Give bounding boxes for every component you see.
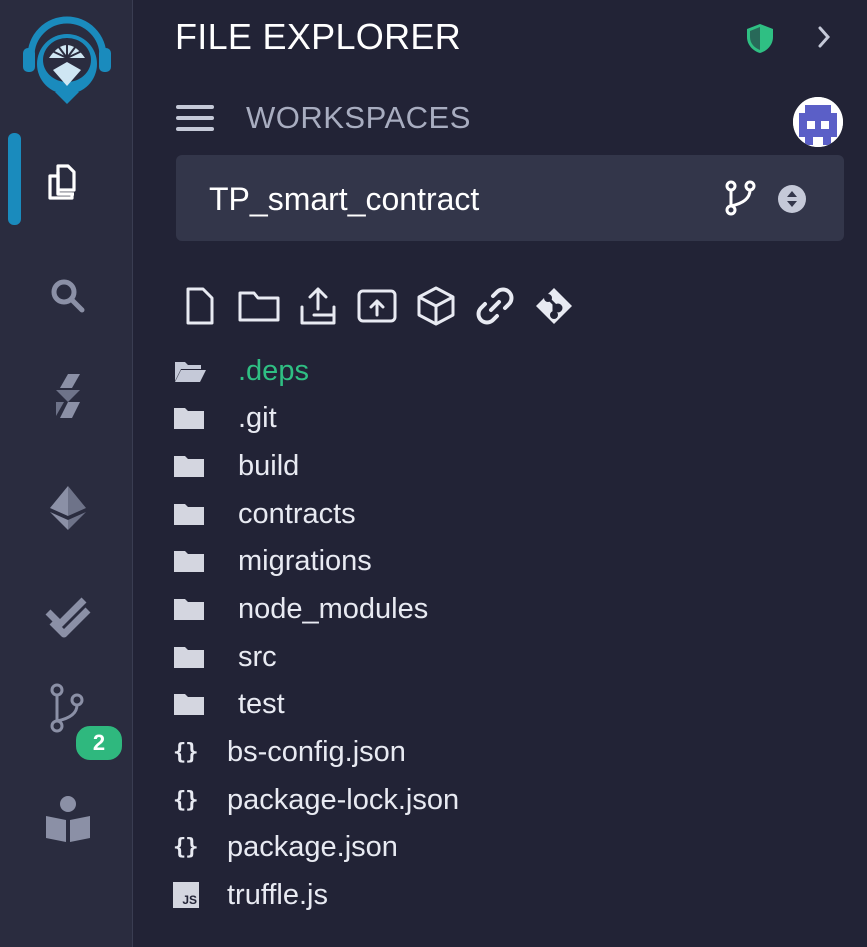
upload-folder-icon[interactable] <box>353 284 401 328</box>
tree-item-contracts[interactable]: contracts <box>173 491 356 537</box>
tree-item-bs-config[interactable]: {} bs-config.json <box>173 729 406 775</box>
upload-file-icon[interactable] <box>294 284 342 328</box>
hamburger-menu-icon[interactable] <box>176 103 214 133</box>
cube-icon[interactable] <box>412 284 460 328</box>
tree-item-migrations[interactable]: migrations <box>173 538 372 584</box>
json-file-icon: {} <box>173 834 199 860</box>
tree-item-package-lock[interactable]: {} package-lock.json <box>173 777 459 823</box>
new-folder-icon[interactable] <box>235 284 283 328</box>
folder-icon <box>173 689 213 719</box>
source-control-badge: 2 <box>73 723 125 763</box>
double-check-icon[interactable] <box>40 588 96 644</box>
tree-item-package[interactable]: {} package.json <box>173 824 398 870</box>
link-icon[interactable] <box>471 284 519 328</box>
folder-icon <box>173 594 213 624</box>
tree-item-test[interactable]: test <box>173 681 285 727</box>
shield-icon[interactable] <box>745 22 775 54</box>
workspace-dropdown[interactable]: TP_smart_contract <box>176 155 844 241</box>
git-icon[interactable] <box>530 284 578 328</box>
tree-item-deps[interactable]: .deps <box>173 348 309 394</box>
file-explorer-panel: FILE EXPLORER WORKSPACES TP_smart_contra… <box>133 0 867 947</box>
folder-icon <box>173 451 213 481</box>
workspaces-label: WORKSPACES <box>246 100 471 135</box>
json-file-icon: {} <box>173 739 199 765</box>
folder-icon <box>173 642 213 672</box>
workspace-name: TP_smart_contract <box>209 181 480 217</box>
active-indicator <box>8 133 21 225</box>
js-file-icon: JS <box>173 882 199 908</box>
git-branch-icon[interactable] <box>723 180 759 216</box>
icon-sidebar: 2 <box>0 0 133 947</box>
ethereum-icon[interactable] <box>40 480 96 536</box>
folder-icon <box>173 546 213 576</box>
tree-item-node-modules[interactable]: node_modules <box>173 586 428 632</box>
search-icon[interactable] <box>40 268 96 324</box>
tree-item-git[interactable]: .git <box>173 395 277 441</box>
tree-item-build[interactable]: build <box>173 443 299 489</box>
file-explorer-icon[interactable] <box>40 152 96 208</box>
remix-logo-icon[interactable] <box>17 8 117 108</box>
json-file-icon: {} <box>173 787 199 813</box>
panel-title: FILE EXPLORER <box>175 16 461 57</box>
user-avatar[interactable] <box>793 97 843 147</box>
dropdown-toggle-icon[interactable] <box>777 184 807 214</box>
new-file-icon[interactable] <box>176 284 224 328</box>
tree-item-src[interactable]: src <box>173 634 277 680</box>
chevron-right-icon[interactable] <box>813 22 835 52</box>
folder-icon <box>173 499 213 529</box>
file-toolbar <box>176 284 578 328</box>
reader-icon[interactable] <box>40 792 96 848</box>
solidity-icon[interactable] <box>40 368 96 424</box>
folder-open-icon <box>173 356 213 386</box>
tree-item-truffle[interactable]: JS truffle.js <box>173 872 328 918</box>
folder-icon <box>173 403 213 433</box>
